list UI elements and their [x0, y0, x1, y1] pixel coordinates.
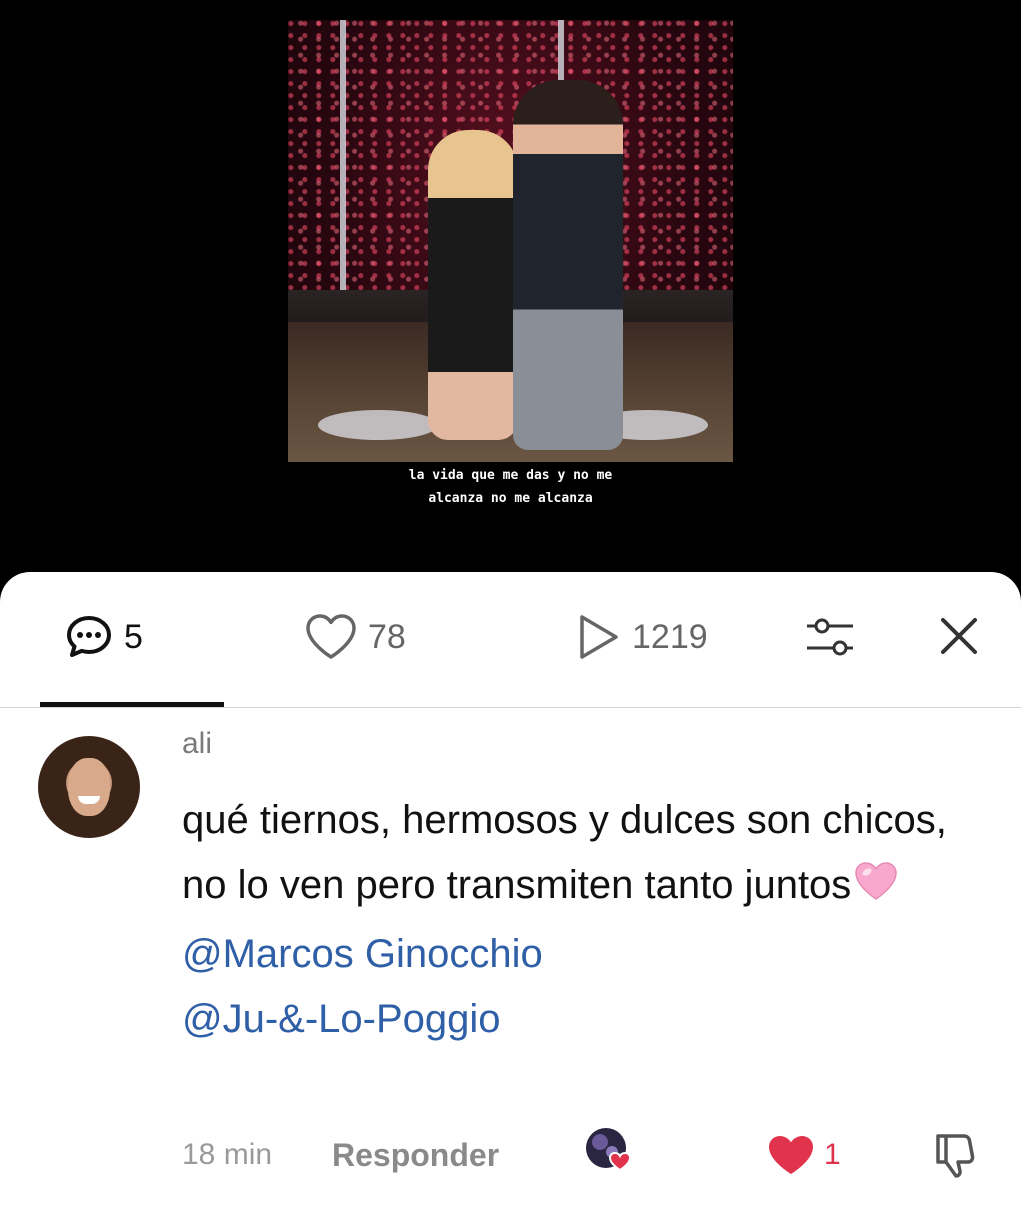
dislike-button[interactable]: [930, 1130, 982, 1180]
tab-likes[interactable]: 78: [304, 612, 406, 662]
video-player[interactable]: la vida que me das y no me alcanza no me…: [0, 0, 1021, 600]
thumbs-down-icon: [936, 1134, 975, 1178]
comment-author[interactable]: ali: [182, 727, 212, 761]
mention-link[interactable]: @Marcos Ginocchio: [182, 922, 982, 987]
filter-button[interactable]: [805, 612, 855, 662]
caption-line: la vida que me das y no me: [408, 468, 613, 483]
active-tab-indicator: [40, 702, 224, 707]
mention-link[interactable]: @Ju-&-Lo-Poggio: [182, 987, 982, 1052]
comment-body: qué tiernos, hermosos y dulces son chico…: [182, 788, 982, 1052]
close-button[interactable]: [938, 615, 980, 657]
like-button[interactable]: 1: [766, 1130, 841, 1180]
creator-liked-avatar: [584, 1126, 632, 1174]
creator-avatar-icon: [586, 1128, 632, 1172]
stage-pole: [340, 20, 346, 290]
close-icon: [941, 618, 977, 654]
stage-disc: [318, 410, 438, 440]
tab-plays[interactable]: 1219: [576, 612, 708, 662]
comment-meta: 18 min Responder 1: [0, 1128, 1021, 1180]
tab-comments[interactable]: 5: [64, 612, 143, 662]
likes-count: 78: [368, 617, 406, 656]
avatar-face: [68, 758, 110, 816]
heart-filled-icon: [769, 1136, 813, 1174]
pink-heart-emoji-icon: [853, 857, 899, 922]
play-icon: [580, 615, 618, 659]
reply-button[interactable]: Responder: [332, 1130, 499, 1180]
video-thumbnail[interactable]: [288, 20, 733, 462]
dancer-figure: [513, 80, 623, 450]
comments-count: 5: [124, 617, 143, 656]
sliders-icon: [807, 618, 853, 656]
dancer-figure: [428, 130, 518, 440]
caption-line: alcanza no me alcanza: [428, 491, 593, 506]
comments-sheet: 5 78 1219 ali qué tiernos, hermosos y du…: [0, 572, 1021, 1212]
heart-outline-icon: [306, 614, 356, 659]
video-caption: la vida que me das y no me alcanza no me…: [288, 464, 733, 510]
plays-count: 1219: [632, 617, 708, 656]
comment-text: qué tiernos, hermosos y dulces son chico…: [182, 798, 947, 907]
comment-time: 18 min: [182, 1138, 273, 1171]
comment-bubble-icon: [67, 616, 111, 657]
comments-tabs: 5 78 1219: [0, 572, 1021, 708]
like-count: 1: [824, 1138, 841, 1171]
avatar[interactable]: [38, 736, 140, 838]
